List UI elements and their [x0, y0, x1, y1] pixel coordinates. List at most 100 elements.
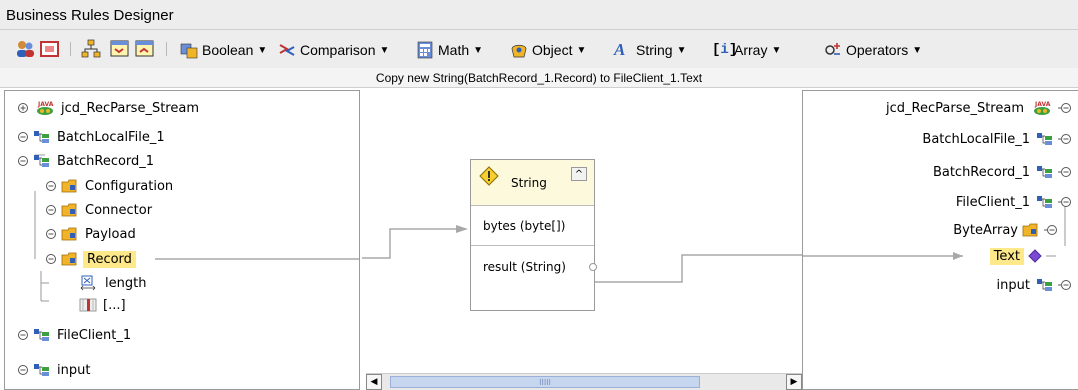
dropdown-arrow-icon: ▼: [473, 44, 484, 56]
expand-toggle-icon[interactable]: [17, 131, 29, 143]
expand-toggle-icon[interactable]: [1058, 166, 1072, 178]
operators-menu[interactable]: Operators ▼: [824, 40, 922, 60]
dest-node-bytearray[interactable]: ByteArray: [953, 219, 1058, 241]
array-element-icon: [79, 298, 97, 312]
toolbar: Boolean ▼ Comparison ▼ Math ▼ Object ▼ A…: [0, 30, 1078, 68]
method-box-title: String: [511, 176, 547, 190]
comparison-menu[interactable]: Comparison ▼: [278, 40, 389, 60]
array-icon: [i]: [712, 42, 738, 58]
dest-node-text[interactable]: Text: [989, 245, 1056, 267]
method-input-param[interactable]: bytes (byte[]): [471, 206, 594, 246]
toolbar-separator: [70, 42, 71, 56]
svg-text:JAVA: JAVA: [1034, 101, 1051, 108]
folder-icon: [61, 227, 77, 241]
scroll-thumb[interactable]: IIIII: [390, 376, 700, 388]
dest-node-batchrecord[interactable]: BatchRecord_1: [933, 161, 1072, 183]
object-type-icon: [1037, 279, 1052, 291]
string-menu[interactable]: A String ▼: [614, 40, 686, 60]
folder-icon: [61, 252, 77, 266]
expand-box-icon[interactable]: [109, 39, 131, 59]
expand-toggle-icon[interactable]: [17, 102, 29, 114]
tree-node-input[interactable]: input: [17, 359, 90, 381]
status-line: Copy new String(BatchRecord_1.Record) to…: [0, 68, 1078, 88]
expand-toggle-icon[interactable]: [45, 180, 57, 192]
expand-toggle-icon[interactable]: [45, 228, 57, 240]
dest-node-batchlocalfile[interactable]: BatchLocalFile_1: [922, 128, 1072, 150]
boolean-icon: [180, 41, 198, 59]
tree-node-batchrecord[interactable]: BatchRecord_1: [17, 150, 154, 172]
hierarchy-icon[interactable]: [80, 39, 102, 59]
folder-icon: [61, 179, 77, 193]
destination-tree-panel[interactable]: jcd_RecParse_Stream JAVA BatchLocalFile_…: [802, 90, 1078, 390]
expand-toggle-icon[interactable]: [1058, 279, 1072, 291]
expand-toggle-icon[interactable]: [17, 329, 29, 341]
dropdown-arrow-icon: ▼: [912, 44, 923, 56]
tree-node-payload[interactable]: Payload: [45, 223, 136, 245]
object-type-icon: [1037, 133, 1052, 145]
scroll-right-button[interactable]: ▶: [786, 374, 802, 390]
dest-node-fileclient[interactable]: FileClient_1: [956, 191, 1072, 213]
java-cup-icon: JAVA: [1034, 101, 1051, 115]
source-tree-panel[interactable]: JAVA jcd_RecParse_Stream BatchLocalFile_…: [4, 90, 360, 390]
expand-toggle-icon[interactable]: [17, 364, 29, 376]
dest-node-input[interactable]: input: [997, 274, 1072, 296]
svg-text:JAVA: JAVA: [37, 101, 54, 108]
selected-node-label: Record: [83, 250, 136, 268]
collapse-box-icon[interactable]: [134, 39, 156, 59]
expand-toggle-icon[interactable]: [1044, 224, 1058, 236]
object-type-icon: [1037, 196, 1052, 208]
expand-toggle-icon[interactable]: [1058, 133, 1072, 145]
array-menu[interactable]: [i] Array ▼: [712, 40, 781, 60]
string-type-diamond-icon: [1028, 249, 1042, 263]
object-type-icon: [34, 364, 49, 376]
info-diamond-icon: [479, 166, 499, 186]
method-output-result[interactable]: result (String): [471, 247, 594, 287]
selected-node-label: Text: [989, 247, 1024, 265]
object-menu[interactable]: Object ▼: [510, 40, 586, 60]
dropdown-arrow-icon: ▼: [576, 44, 587, 56]
tree-node-length[interactable]: length: [79, 272, 146, 294]
expand-toggle-icon[interactable]: [1058, 102, 1072, 114]
tree-node-fileclient[interactable]: FileClient_1: [17, 324, 131, 346]
mapping-canvas[interactable]: String ^ bytes (byte[]) result (String) …: [362, 90, 802, 390]
folder-icon: [1022, 223, 1038, 237]
collapse-toggle-icon[interactable]: [45, 253, 57, 265]
people-icon[interactable]: [14, 39, 36, 59]
tree-node-configuration[interactable]: Configuration: [45, 175, 173, 197]
string-method-box[interactable]: String ^ bytes (byte[]) result (String): [470, 159, 598, 311]
object-icon: [510, 41, 528, 59]
collapse-button[interactable]: ^: [571, 167, 587, 181]
collapse-toggle-icon[interactable]: [17, 155, 29, 167]
dropdown-arrow-icon: ▼: [379, 44, 390, 56]
math-menu[interactable]: Math ▼: [416, 40, 483, 60]
java-cup-icon: JAVA: [37, 101, 54, 115]
object-type-icon: [1037, 166, 1052, 178]
tree-node-jcd-recparse-stream[interactable]: JAVA jcd_RecParse_Stream: [17, 97, 199, 119]
field-length-icon: [80, 275, 96, 291]
dropdown-arrow-icon: ▼: [257, 44, 268, 56]
toolbar-separator: [166, 42, 167, 56]
dest-node-jcd-recparse-stream[interactable]: jcd_RecParse_Stream JAVA: [886, 97, 1072, 119]
method-box-header[interactable]: String ^: [471, 160, 594, 206]
dropdown-arrow-icon: ▼: [771, 44, 782, 56]
tree-branch-line: [1046, 255, 1056, 257]
calculator-icon: [416, 41, 434, 59]
window-title: Business Rules Designer: [6, 7, 174, 24]
expand-toggle-icon[interactable]: [45, 204, 57, 216]
tree-node-batchlocalfile[interactable]: BatchLocalFile_1: [17, 126, 165, 148]
horizontal-scrollbar[interactable]: ◀ IIIII ▶: [366, 373, 802, 390]
dropdown-arrow-icon: ▼: [676, 44, 687, 56]
comparison-icon: [278, 41, 296, 59]
tree-node-record[interactable]: Record: [45, 248, 136, 270]
object-type-icon: [34, 131, 49, 143]
window-icon[interactable]: [39, 39, 61, 59]
tree-node-array-element[interactable]: [...]: [79, 294, 126, 316]
collapse-toggle-icon[interactable]: [1058, 196, 1072, 208]
boolean-menu[interactable]: Boolean ▼: [180, 40, 267, 60]
folder-icon: [61, 203, 77, 217]
scroll-left-button[interactable]: ◀: [366, 374, 382, 390]
status-text: Copy new String(BatchRecord_1.Record) to…: [375, 71, 703, 85]
output-port-icon[interactable]: [588, 262, 598, 272]
operators-icon: [824, 41, 842, 59]
tree-node-connector[interactable]: Connector: [45, 199, 152, 221]
